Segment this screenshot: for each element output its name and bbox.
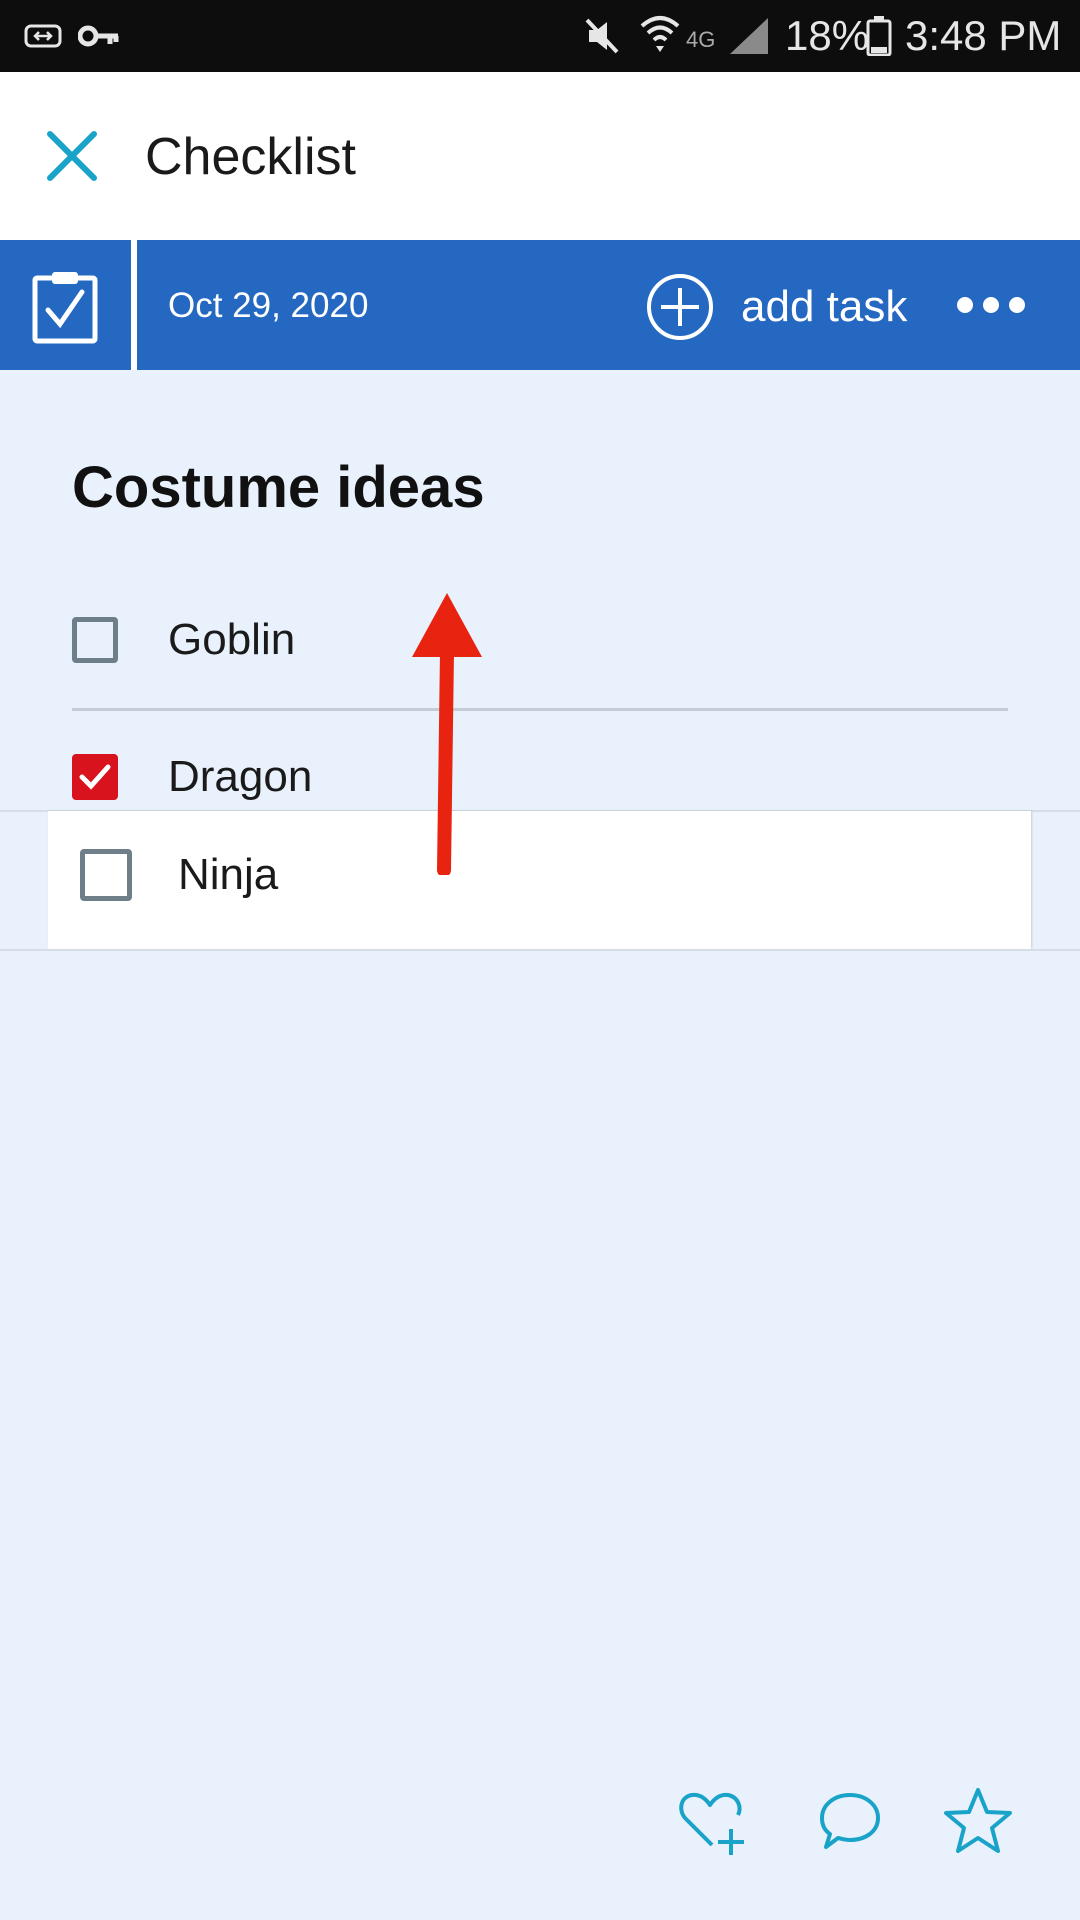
- list-title: Costume ideas: [72, 455, 485, 520]
- key-icon: [78, 25, 119, 47]
- page-title: Checklist: [145, 128, 356, 186]
- battery-icon: [866, 16, 892, 56]
- task-label: Goblin: [168, 615, 296, 664]
- status-bar: 4G 18% 3:48 PM: [0, 0, 1080, 72]
- task-label: Ninja: [178, 850, 279, 899]
- comment-icon[interactable]: [814, 1785, 886, 1857]
- battery-percent: 18%: [785, 12, 870, 59]
- clock: 3:48 PM: [905, 12, 1062, 59]
- toolbar: [0, 240, 1080, 370]
- toolbar-divider: [131, 240, 137, 370]
- close-icon[interactable]: [40, 124, 104, 188]
- divider: [72, 708, 1008, 711]
- star-icon[interactable]: [942, 1785, 1014, 1857]
- task-checkbox[interactable]: [72, 617, 118, 663]
- checkmark-icon: [79, 764, 111, 790]
- screen: 4G 18% 3:48 PM Checklist Oct 29, 2020 ad…: [0, 0, 1080, 1920]
- list-item[interactable]: Goblin: [72, 614, 295, 666]
- annotation-arrow-up-icon: [412, 593, 482, 875]
- list-item[interactable]: Dragon: [72, 751, 312, 803]
- more-horizontal-icon[interactable]: [955, 290, 1027, 320]
- task-label: Dragon: [168, 752, 313, 801]
- network-type: 4G: [686, 27, 716, 52]
- vpn-icon: [24, 24, 62, 48]
- heart-plus-icon[interactable]: [676, 1785, 748, 1857]
- task-checkbox[interactable]: [80, 849, 132, 901]
- clipboard-check-icon[interactable]: [32, 270, 98, 344]
- add-task-button[interactable]: add task: [645, 272, 907, 342]
- signal-icon: [730, 18, 768, 54]
- list-item[interactable]: Ninja: [80, 849, 278, 901]
- checklist-date[interactable]: Oct 29, 2020: [168, 286, 368, 326]
- add-task-label: add task: [741, 282, 908, 331]
- add-circle-icon: [647, 274, 713, 340]
- wifi-icon: [640, 16, 680, 52]
- mute-icon: [585, 18, 619, 54]
- drag-placeholder-bottom: [0, 949, 1080, 951]
- task-checkbox-checked[interactable]: [72, 754, 118, 800]
- dragging-list-item[interactable]: Ninja: [48, 811, 1031, 949]
